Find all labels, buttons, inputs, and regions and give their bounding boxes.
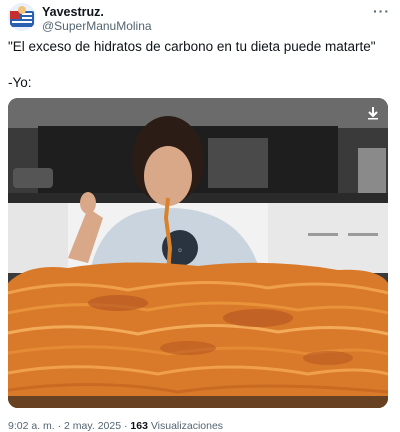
more-options-icon[interactable]: ··· <box>373 3 390 19</box>
svg-text:☺: ☺ <box>177 248 183 254</box>
tweet-header: Yavestruz. @SuperManuMolina ··· <box>8 3 392 33</box>
avatar-image <box>8 3 36 31</box>
tweet-text: "El exceso de hidratos de carbono en tu … <box>8 39 376 90</box>
tweet-media-image[interactable]: ☺ <box>8 98 388 408</box>
views-count: 163 <box>130 420 148 432</box>
download-arrow-icon[interactable] <box>366 106 380 120</box>
avatar[interactable] <box>8 3 36 31</box>
handle[interactable]: @SuperManuMolina <box>42 19 152 33</box>
tweet-date[interactable]: 2 may. 2025 <box>64 420 121 432</box>
tweet-footer: 9:02 a. m. · 2 may. 2025 · 163 Visualiza… <box>8 420 223 432</box>
tweet-time[interactable]: 9:02 a. m. <box>8 420 55 432</box>
separator: · <box>123 420 128 432</box>
separator: · <box>57 420 62 432</box>
display-name[interactable]: Yavestruz. <box>42 5 152 19</box>
author-names: Yavestruz. @SuperManuMolina <box>42 5 152 33</box>
spaghetti-photo: ☺ <box>8 98 388 408</box>
views-label: Visualizaciones <box>150 420 224 432</box>
